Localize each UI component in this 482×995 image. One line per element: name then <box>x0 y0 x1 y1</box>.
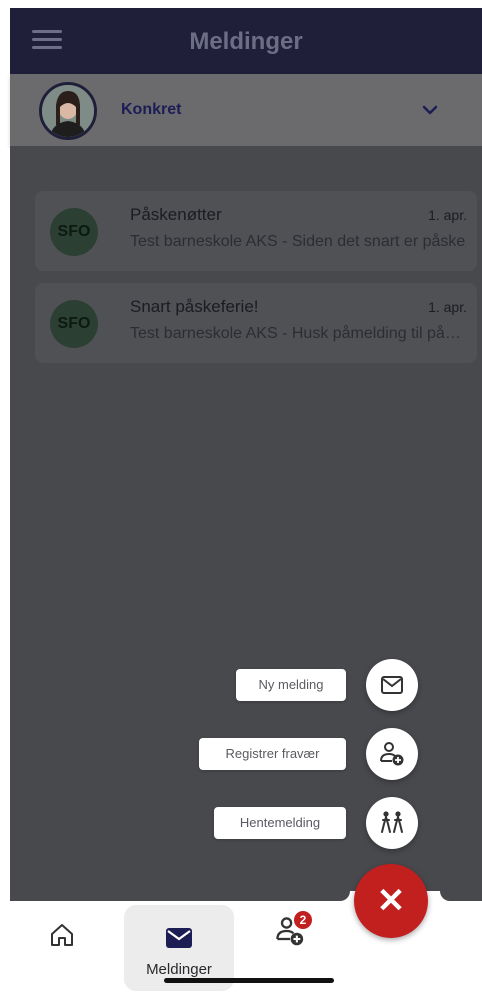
avatar <box>39 82 97 140</box>
pickup-message-label[interactable]: Hentemelding <box>214 807 346 839</box>
home-indicator <box>164 978 334 983</box>
page-title: Meldinger <box>189 28 303 55</box>
child-name: Konkret <box>121 101 182 118</box>
chevron-down-icon[interactable] <box>422 102 438 118</box>
list-item[interactable]: SFO Påskenøtter 1. apr. Test barneskole … <box>35 191 477 271</box>
register-absence-button[interactable] <box>366 728 418 780</box>
envelope-icon <box>166 928 192 948</box>
close-icon: ✕ <box>376 882 406 920</box>
register-absence-label[interactable]: Registrer fravær <box>199 738 346 770</box>
message-date: 1. apr. <box>428 299 467 315</box>
walking-people-icon <box>381 811 403 833</box>
nav-messages-label: Meldinger <box>146 961 212 978</box>
message-subject: Påskenøtter <box>130 205 222 224</box>
sender-avatar: SFO <box>50 208 98 256</box>
child-selector[interactable]: Konkret <box>10 74 482 146</box>
envelope-icon <box>381 676 403 694</box>
message-list: SFO Påskenøtter 1. apr. Test barneskole … <box>10 146 482 891</box>
app-screen: Meldinger Konkret SFO Påskenøtter 1. apr… <box>0 0 482 995</box>
pickup-message-button[interactable] <box>366 797 418 849</box>
message-preview: Test barneskole AKS - Husk påmelding til… <box>130 325 468 342</box>
home-icon <box>51 924 73 946</box>
new-message-button[interactable] <box>366 659 418 711</box>
list-item[interactable]: SFO Snart påskeferie! 1. apr. Test barne… <box>35 283 477 363</box>
notification-badge: 2 <box>294 911 312 929</box>
person-add-icon <box>380 742 404 766</box>
nav-home[interactable] <box>48 921 76 949</box>
message-subject: Snart påskeferie! <box>130 297 259 316</box>
top-app-bar: Meldinger <box>10 8 482 74</box>
message-date: 1. apr. <box>428 207 467 223</box>
new-message-label[interactable]: Ny melding <box>236 669 346 701</box>
close-fab-button[interactable]: ✕ <box>354 864 428 938</box>
sender-avatar: SFO <box>50 300 98 348</box>
nav-absence[interactable]: 2 <box>274 911 314 953</box>
message-preview: Test barneskole AKS - Siden det snart er… <box>130 233 466 250</box>
